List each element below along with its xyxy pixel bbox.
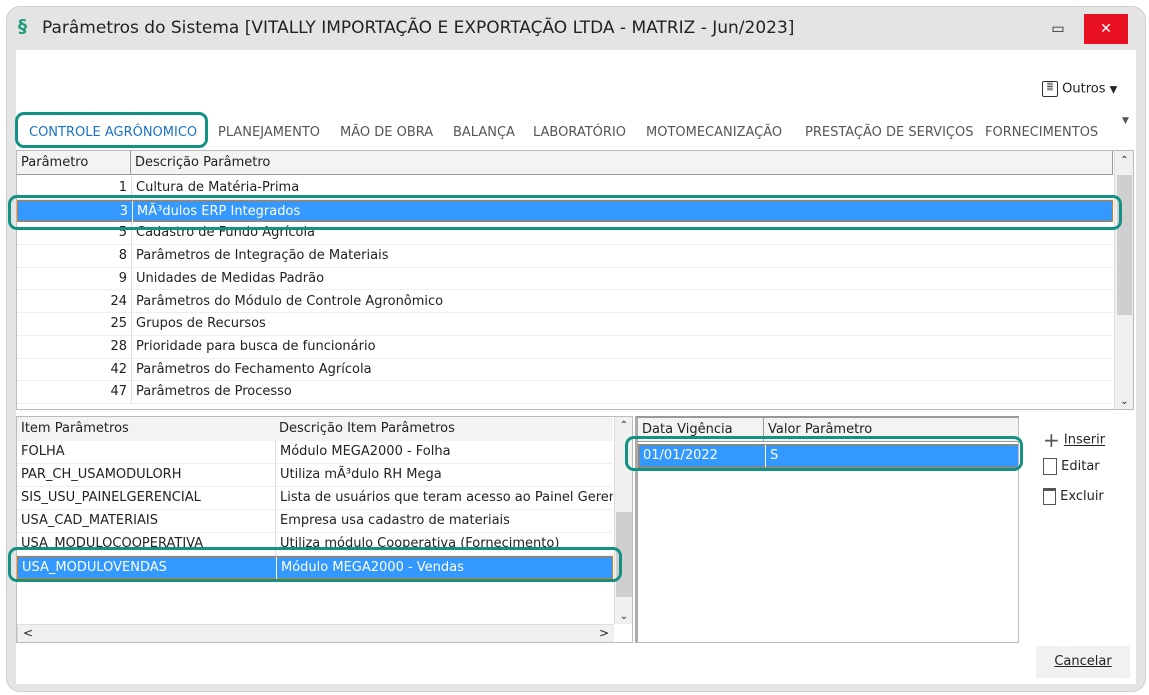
table-row[interactable]: 3 MÃ³dulos ERP Integrados: [17, 199, 1113, 223]
table-cell: 47: [110, 384, 127, 400]
table-row[interactable]: FOLHA Módulo MEGA2000 - Folha: [17, 441, 613, 464]
items-grid[interactable]: Item Parâmetros Descrição Item Parâmetro…: [16, 416, 633, 643]
col-header-item-desc[interactable]: Descrição Item Parâmetros: [275, 417, 613, 441]
scroll-thumb[interactable]: [1117, 175, 1132, 315]
col-header-parametro[interactable]: Parâmetro: [17, 151, 131, 175]
col-header-descricao[interactable]: Descrição Parâmetro: [131, 151, 1113, 175]
table-cell: Parâmetros do Módulo de Controle Agronôm…: [131, 290, 1111, 313]
col-header-data-vigencia[interactable]: Data Vigência: [638, 418, 764, 442]
table-row[interactable]: 5 Cadastro de Fundo Agrícola: [17, 222, 1113, 246]
edit-document-icon: [1043, 458, 1057, 475]
col-header-item[interactable]: Item Parâmetros: [17, 417, 275, 441]
table-cell: Prioridade para busca de funcionário: [131, 335, 1111, 358]
cancelar-button[interactable]: Cancelar: [1036, 646, 1130, 678]
col-header-valor[interactable]: Valor Parâmetro: [764, 418, 1018, 442]
table-row[interactable]: 28 Prioridade para busca de funcionário: [17, 335, 1113, 359]
app-logo-icon: §: [18, 16, 27, 37]
table-cell: 42: [110, 361, 127, 377]
table-cell: Utiliza módulo Cooperativa (Fornecimento…: [275, 533, 613, 555]
params-grid[interactable]: Parâmetro Descrição Parâmetro ⌃ ⌄ 1 Cultu…: [16, 150, 1134, 410]
table-row[interactable]: SIS_USU_PAINELGERENCIAL Lista de usuários…: [17, 487, 613, 510]
tab-5[interactable]: MOTOMECANIZAÇÃO: [646, 125, 782, 140]
table-cell: 01/01/2022: [643, 448, 718, 463]
table-row[interactable]: 1 Cultura de Matéria-Prima: [17, 177, 1113, 200]
list-icon: ≡ ≡: [1042, 80, 1058, 97]
table-row[interactable]: USA_MODULOVENDAS Módulo MEGA2000 - Vendas: [17, 556, 613, 579]
scroll-thumb[interactable]: [616, 512, 632, 597]
table-cell: Unidades de Medidas Padrão: [131, 267, 1111, 290]
table-cell: 1: [118, 180, 127, 195]
table-cell: Utiliza mÃ³dulo RH Mega: [275, 464, 613, 486]
close-button[interactable]: ✕: [1084, 14, 1128, 44]
outros-label: Outros: [1062, 81, 1106, 97]
table-cell: S: [765, 445, 1018, 467]
window-title: Parâmetros do Sistema [VITALLY IMPORTAÇÃ…: [42, 18, 795, 38]
items-vscrollbar[interactable]: ⌃ ⌄: [614, 417, 632, 624]
items-hscrollbar[interactable]: < >: [17, 624, 614, 642]
table-cell: Cultura de Matéria-Prima: [131, 177, 1111, 199]
table-cell: 24: [110, 293, 127, 309]
trash-icon: [1043, 488, 1056, 505]
scroll-down-icon[interactable]: ⌄: [1115, 396, 1133, 407]
table-cell: Módulo MEGA2000 - Folha: [275, 441, 613, 463]
table-cell: MÃ³dulos ERP Integrados: [132, 200, 1112, 223]
editar-label: Editar: [1061, 459, 1100, 474]
table-cell: 5: [118, 225, 127, 241]
editar-button[interactable]: Editar: [1043, 458, 1100, 475]
tab-2[interactable]: MÃO DE OBRA: [340, 125, 433, 140]
table-cell: 9: [118, 270, 127, 286]
table-row[interactable]: 42 Parâmetros do Fechamento Agrícola: [17, 358, 1113, 382]
table-row[interactable]: 25 Grupos de Recursos: [17, 313, 1113, 336]
table-cell: Módulo MEGA2000 - Vendas: [276, 557, 614, 579]
inserir-label: Inserir: [1063, 432, 1106, 448]
values-grid[interactable]: Data Vigência Valor Parâmetro 01/01/2022…: [635, 416, 1019, 643]
table-row[interactable]: 8 Parâmetros de Integração de Materiais: [17, 245, 1113, 268]
table-cell: Parâmetros de Integração de Materiais: [131, 245, 1111, 268]
cancelar-label: Cancelar: [1054, 654, 1112, 669]
tab-3[interactable]: BALANÇA: [453, 125, 515, 140]
table-cell: USA_MODULOCOOPERATIVA: [21, 536, 204, 551]
tab-1[interactable]: PLANEJAMENTO: [218, 125, 320, 140]
table-row[interactable]: USA_CAD_MATERIAIS Empresa usa cadastro de…: [17, 510, 613, 533]
caret-down-icon: ▼: [1109, 84, 1118, 96]
table-row[interactable]: 47 Parâmetros de Processo: [17, 381, 1113, 404]
table-cell: Parâmetros do Fechamento Agrícola: [131, 358, 1111, 381]
table-cell: USA_MODULOVENDAS: [22, 560, 167, 575]
table-cell: Empresa usa cadastro de materiais: [275, 510, 613, 532]
table-row[interactable]: USA_MODULOCOOPERATIVA Utiliza módulo Coop…: [17, 533, 613, 556]
table-cell: Cadastro de Fundo Agrícola: [131, 222, 1111, 245]
scroll-up-icon[interactable]: ⌃: [615, 420, 632, 431]
scroll-right-icon[interactable]: >: [599, 626, 609, 640]
table-cell: Grupos de Recursos: [131, 313, 1111, 336]
table-cell: 8: [118, 248, 127, 264]
table-cell: Parâmetros de Processo: [131, 381, 1111, 404]
table-row[interactable]: 01/01/2022 S: [638, 444, 1018, 468]
inserir-button[interactable]: + Inserir: [1043, 428, 1105, 452]
tab-4[interactable]: LABORATÓRIO: [533, 125, 626, 140]
table-cell: 25: [110, 316, 127, 332]
outros-menu-button[interactable]: ≡ ≡ Outros ▼: [1042, 80, 1118, 97]
table-cell: 3: [119, 203, 128, 219]
tab-0[interactable]: CONTROLE AGRÔNOMICO: [29, 125, 197, 140]
scroll-down-icon[interactable]: ⌄: [615, 611, 632, 622]
params-vscrollbar[interactable]: ⌃ ⌄: [1114, 151, 1133, 409]
table-row[interactable]: 9 Unidades de Medidas Padrão: [17, 267, 1113, 291]
table-cell: FOLHA: [21, 444, 65, 459]
scroll-up-icon[interactable]: ⌃: [1115, 155, 1133, 166]
table-row[interactable]: 24 Parâmetros do Módulo de Controle Agron…: [17, 290, 1113, 314]
table-cell: SIS_USU_PAINELGERENCIAL: [21, 490, 201, 505]
table-row[interactable]: PAR_CH_USAMODULORH Utiliza mÃ³dulo RH Meg…: [17, 464, 613, 487]
table-cell: Lista de usuários que teram acesso ao Pa…: [275, 487, 613, 509]
table-cell: USA_CAD_MATERIAIS: [21, 513, 158, 528]
tab-scroll-icon[interactable]: ▼: [1122, 116, 1129, 126]
minimize-button[interactable]: ▭: [1036, 14, 1080, 44]
plus-icon: +: [1043, 428, 1060, 452]
excluir-button[interactable]: Excluir: [1043, 488, 1104, 505]
tab-6[interactable]: PRESTAÇÃO DE SERVIÇOS: [805, 125, 973, 140]
tab-7[interactable]: FORNECIMENTOS: [985, 125, 1098, 140]
excluir-label: Excluir: [1060, 489, 1104, 504]
scroll-left-icon[interactable]: <: [23, 626, 33, 640]
table-cell: 28: [110, 338, 127, 354]
table-cell: PAR_CH_USAMODULORH: [21, 467, 182, 482]
